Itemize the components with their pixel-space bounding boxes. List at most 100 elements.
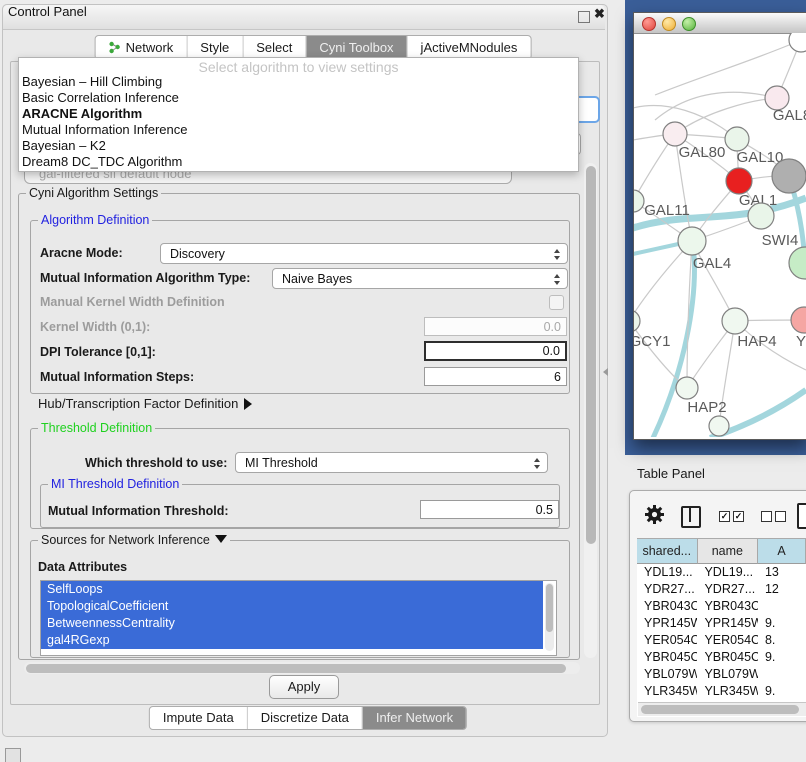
table-row[interactable]: YBR045CYBR045C9. — [637, 649, 806, 666]
kernel-width-field[interactable]: 0.0 — [424, 317, 567, 336]
attribute-item-topologicalcoefficient[interactable]: TopologicalCoefficient — [41, 598, 543, 615]
which-threshold-label: Which threshold to use: — [85, 455, 227, 471]
tab-jactivemnodules[interactable]: jActiveMNodules — [407, 36, 531, 59]
attribute-item-gal4rgexp[interactable]: gal4RGexp — [41, 632, 543, 649]
combo-stepper-icon — [554, 249, 561, 260]
mac-minimize-icon[interactable] — [662, 17, 676, 31]
table-panel-title: Table Panel — [637, 466, 705, 481]
float-window-icon[interactable] — [578, 11, 590, 23]
table-row[interactable]: YLR345WYLR345W9. — [637, 683, 806, 700]
unchecked-box-icon[interactable] — [775, 511, 786, 522]
attribute-item-selfloops[interactable]: SelfLoops — [41, 581, 543, 598]
restore-panel-icon[interactable] — [5, 748, 21, 762]
dpi-tolerance-label: DPI Tolerance [0,1]: — [40, 344, 156, 360]
node-label-hap2: HAP2 — [687, 399, 726, 416]
node-label-swi4: SWI4 — [762, 232, 799, 249]
mi-steps-label: Mutual Information Steps: — [40, 369, 194, 385]
network-node-gal4[interactable] — [678, 227, 706, 255]
kernel-width-value: 0.0 — [544, 320, 561, 334]
network-canvas[interactable]: GAL8GAL80GAL10GAL1SWI4GAL11GAL4GCY1HAP4Y… — [634, 33, 806, 437]
tab-network[interactable]: Network — [96, 36, 187, 59]
close-icon[interactable]: ✖ — [594, 6, 605, 22]
algorithm-option-dream8-dc-tdc-algorithm[interactable]: Dream8 DC_TDC Algorithm — [19, 154, 578, 170]
table-cell: YDL19... — [697, 564, 757, 581]
network-node[interactable] — [789, 247, 806, 279]
tab-infer-network[interactable]: Infer Network — [362, 707, 466, 729]
table-row[interactable]: YPR145WYPR145W9. — [637, 615, 806, 632]
mi-steps-field[interactable]: 6 — [424, 367, 567, 386]
tab-cyni-toolbox[interactable]: Cyni Toolbox — [305, 36, 406, 59]
mi-threshold-title: MI Threshold Definition — [48, 477, 182, 491]
which-threshold-combo[interactable]: MI Threshold — [235, 452, 548, 473]
checked-box-icon[interactable]: ✓ — [733, 511, 744, 522]
settings-vertical-scrollbar[interactable] — [584, 163, 597, 658]
hub-section-toggle[interactable]: Hub/Transcription Factor Definition — [38, 396, 252, 412]
table-row[interactable]: YDL19...YDL19...13 — [637, 564, 806, 581]
table-cell — [758, 598, 806, 615]
algorithm-option-bayesian-hill-climbing[interactable]: Bayesian – Hill Climbing — [19, 74, 578, 90]
algorithm-option-aracne-algorithm[interactable]: ARACNE Algorithm — [19, 106, 578, 122]
dpi-tolerance-field[interactable]: 0.0 — [424, 341, 567, 361]
network-node-hap4[interactable] — [722, 308, 748, 334]
attribute-item-betweennesscentrality[interactable]: BetweennessCentrality — [41, 615, 543, 632]
network-node-gal10[interactable] — [725, 127, 749, 151]
network-node-gcy1[interactable] — [634, 310, 640, 332]
algorithm-option-basic-correlation-inference[interactable]: Basic Correlation Inference — [19, 90, 578, 106]
tab-select[interactable]: Select — [242, 36, 305, 59]
network-node-swi4[interactable] — [748, 203, 774, 229]
attributes-scrollbar[interactable] — [545, 583, 554, 651]
column-header-shared[interactable]: shared... — [637, 539, 698, 564]
aracne-mode-combo[interactable]: Discovery — [160, 243, 568, 264]
tab-style[interactable]: Style — [186, 36, 242, 59]
apply-button[interactable]: Apply — [269, 675, 339, 699]
network-node-gal80[interactable] — [663, 122, 687, 146]
unchecked-box-icon[interactable] — [761, 511, 772, 522]
columns-icon[interactable] — [681, 506, 701, 528]
gear-icon[interactable] — [645, 505, 664, 524]
manual-kernel-checkbox[interactable] — [549, 295, 564, 310]
tab-discretize-data[interactable]: Discretize Data — [247, 707, 362, 729]
table-cell: YDR27... — [697, 581, 757, 598]
table-cell: YBL079W — [637, 666, 697, 683]
tab-label: Style — [200, 36, 229, 59]
table-horizontal-scrollbar[interactable] — [638, 702, 806, 716]
table-cell: YLR345W — [637, 683, 697, 700]
network-node-gal1[interactable] — [726, 168, 752, 194]
table-cell: YBR045C — [637, 649, 697, 666]
network-node-hap2[interactable] — [676, 377, 698, 399]
algorithm-option-mutual-information-inference[interactable]: Mutual Information Inference — [19, 122, 578, 138]
aracne-mode-label: Aracne Mode: — [40, 245, 123, 261]
column-header-a[interactable]: A — [758, 539, 806, 564]
table-row[interactable]: YER054CYER054C8. — [637, 632, 806, 649]
data-attributes-list: SelfLoopsTopologicalCoefficientBetweenne… — [40, 580, 557, 656]
table-row[interactable]: YDR27...YDR27...12 — [637, 581, 806, 598]
split-pane-collapse-icon[interactable] — [603, 368, 608, 376]
table-row[interactable]: YBR043CYBR043C — [637, 598, 806, 615]
mi-threshold-field[interactable]: 0.5 — [420, 500, 559, 519]
network-edge — [675, 98, 777, 134]
network-window-titlebar[interactable] — [634, 13, 806, 34]
sources-title[interactable]: Sources for Network Inference — [38, 533, 230, 547]
settings-horizontal-scrollbar[interactable] — [24, 662, 580, 674]
mi-type-combo[interactable]: Naive Bayes — [272, 268, 568, 289]
network-node[interactable] — [772, 159, 806, 193]
mac-zoom-icon[interactable] — [682, 17, 696, 31]
kernel-width-label: Kernel Width (0,1): — [40, 319, 150, 335]
table-cell: YBL079W — [697, 666, 757, 683]
column-header-name[interactable]: name — [698, 539, 759, 564]
mi-threshold-value: 0.5 — [536, 503, 553, 517]
algorithm-option-bayesian-k2[interactable]: Bayesian – K2 — [19, 138, 578, 154]
mac-close-icon[interactable] — [642, 17, 656, 31]
table-row[interactable]: YBL079WYBL079W — [637, 666, 806, 683]
tab-impute-data[interactable]: Impute Data — [150, 707, 247, 729]
screenshot-root: Control Panel ✖ NetworkStyleSelectCyni T… — [0, 0, 806, 762]
sources-title-label: Sources for Network Inference — [41, 533, 210, 547]
network-node[interactable] — [789, 33, 806, 52]
control-panel-titlebar — [3, 5, 605, 30]
network-node-gal11[interactable] — [634, 190, 644, 212]
network-node-y[interactable] — [791, 307, 806, 333]
mi-steps-value: 6 — [554, 370, 561, 384]
network-node[interactable] — [709, 416, 729, 436]
checked-box-icon[interactable]: ✓ — [719, 511, 730, 522]
file-icon[interactable] — [797, 503, 806, 529]
